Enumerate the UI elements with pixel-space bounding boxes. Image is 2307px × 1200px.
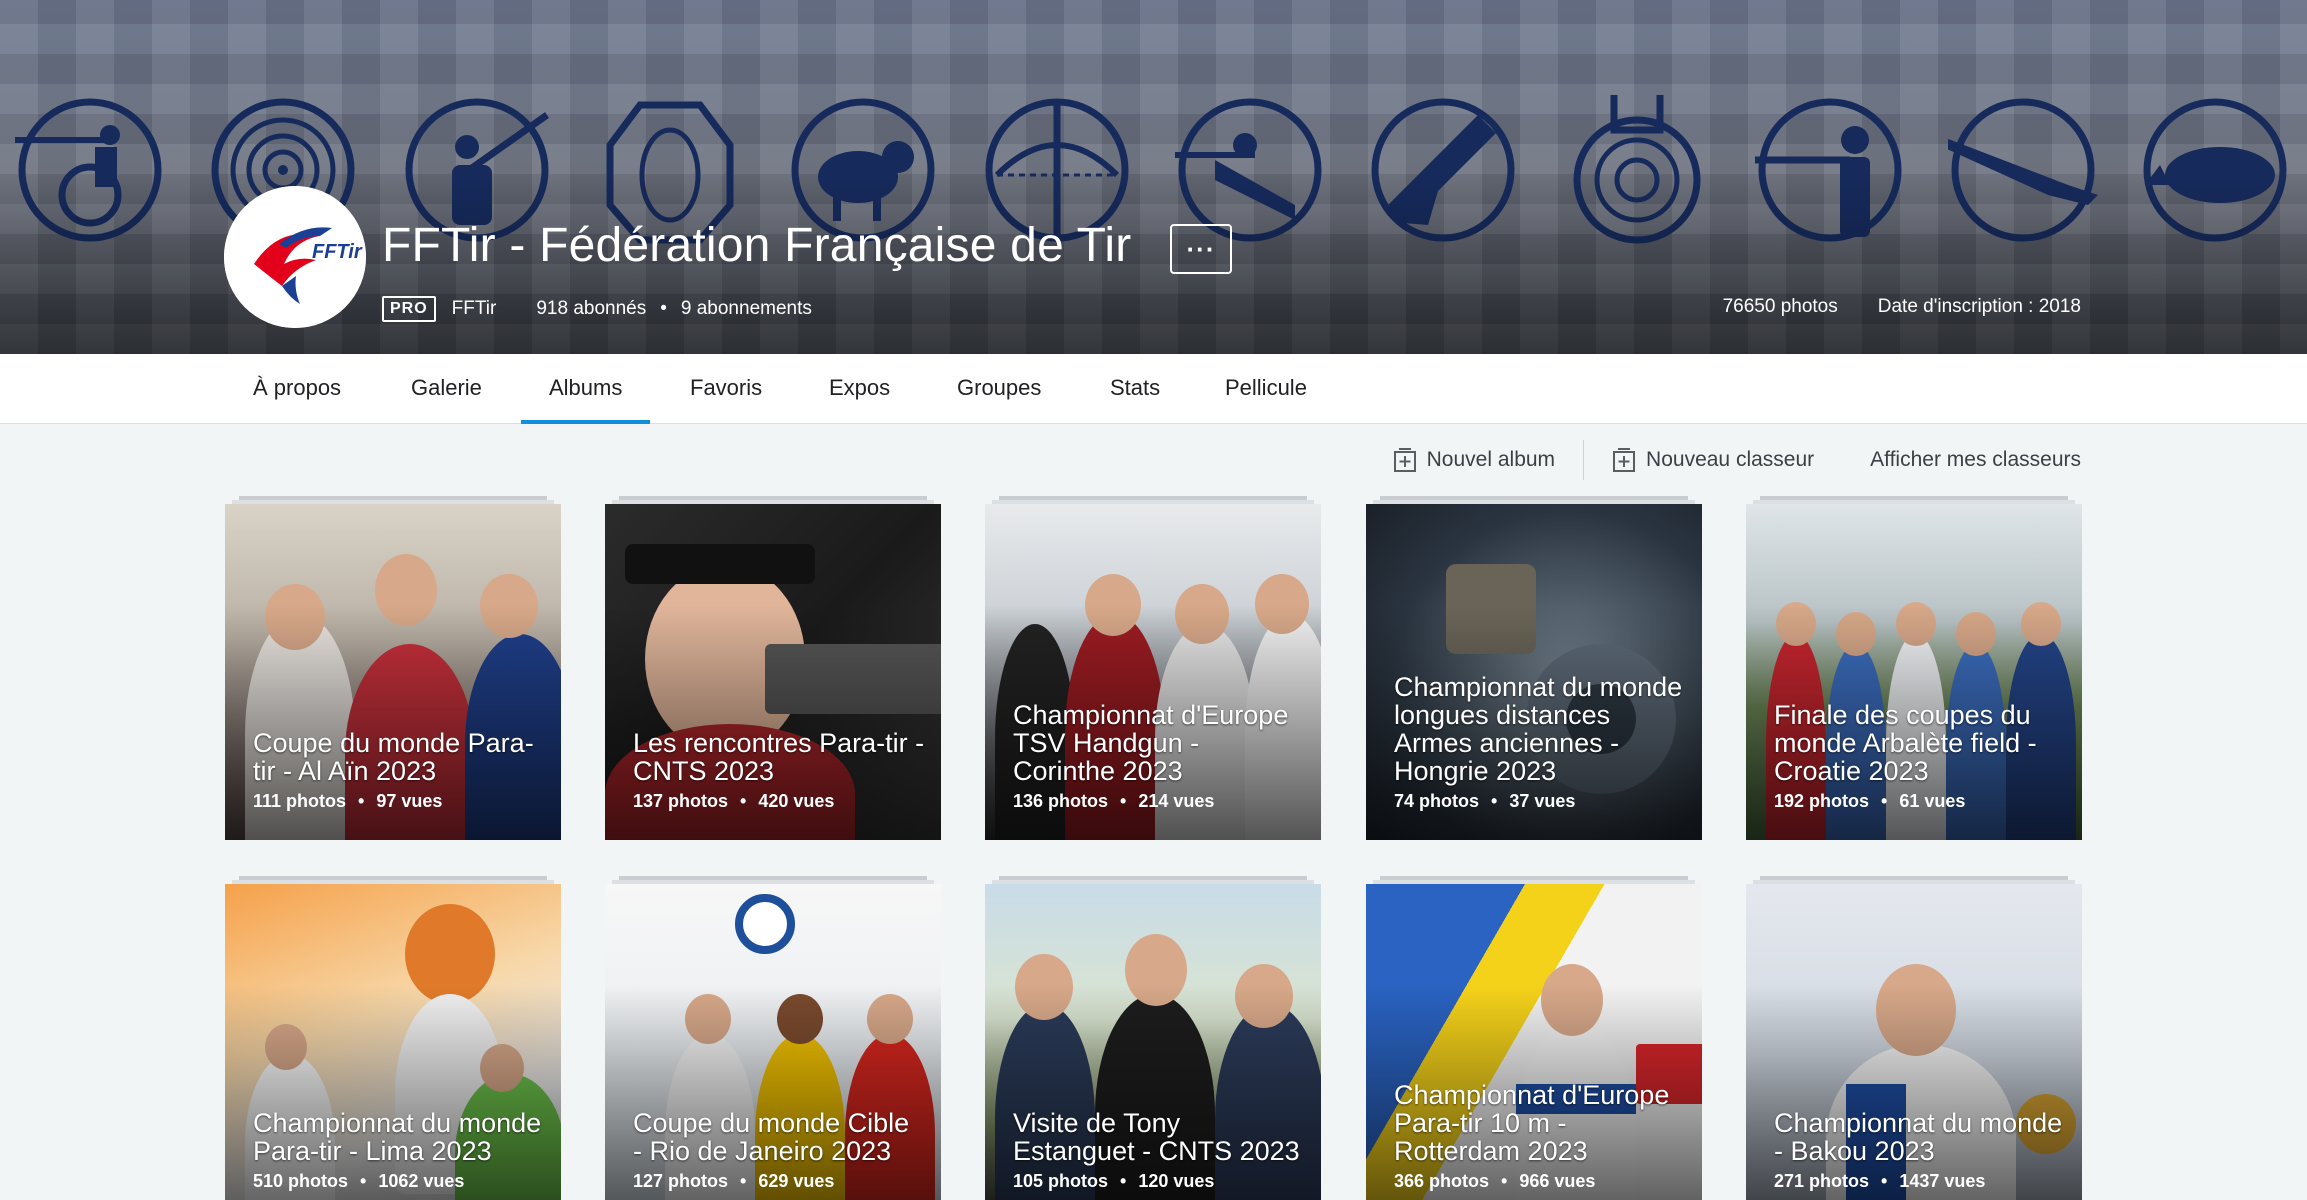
album-card[interactable]: Championnat d'Europe TSV Handgun - Corin… <box>985 496 1321 840</box>
profile-name: FFTir - Fédération Française de Tir <box>382 219 1132 272</box>
album-photo-count: 105 photos <box>1013 1171 1109 1191</box>
actions-divider <box>1583 440 1585 480</box>
new-album-icon <box>1393 448 1416 472</box>
album-stats: 105 photos • 120 vues <box>1013 1171 1305 1192</box>
album-stats: 192 photos • 61 vues <box>1774 791 2066 812</box>
join-date: Date d'inscription : 2018 <box>1877 296 2081 317</box>
profile-stats: 76650 photos Date d'inscription : 2018 <box>1723 296 2081 318</box>
album-photo-count: 136 photos <box>1013 791 1109 811</box>
album-actions: Nouvel album Nouveau classeur Afficher m… <box>1393 440 2081 480</box>
album-card[interactable]: Les rencontres Para-tir - CNTS 2023 137 … <box>605 496 941 840</box>
album-card[interactable]: Championnat du monde longues distances A… <box>1366 496 1702 840</box>
muzzle-loader-icon <box>1938 95 2098 245</box>
album-photo-count: 74 photos <box>1394 791 1480 811</box>
album-stats: 136 photos • 214 vues <box>1013 791 1305 812</box>
album-title: Coupe du monde Para-tir - Al Aïn 2023 <box>253 728 534 786</box>
album-title: Visite de Tony Estanguet - CNTS 2023 <box>1013 1108 1300 1166</box>
new-binder-label: Nouveau classeur <box>1646 448 1815 471</box>
tab-gallery[interactable]: Galerie <box>383 354 510 424</box>
new-album-label: Nouvel album <box>1426 448 1556 471</box>
more-options-button[interactable]: ··· <box>1170 224 1232 274</box>
album-stats: 271 photos • 1437 vues <box>1774 1171 2066 1192</box>
album-view-count: 37 vues <box>1509 791 1576 811</box>
show-binders-link[interactable]: Afficher mes classeurs <box>1870 448 2081 472</box>
tab-groups[interactable]: Groupes <box>929 354 1069 424</box>
album-photo-count: 111 photos <box>253 791 347 811</box>
following-link[interactable]: 9 abonnements <box>681 298 812 320</box>
album-title: Les rencontres Para-tir - CNTS 2023 <box>633 728 925 786</box>
album-stats: 127 photos • 629 vues <box>633 1171 925 1192</box>
profile-tabs: À propos Galerie Albums Favoris Expos Gr… <box>0 354 2307 424</box>
separator: • <box>1881 1171 1888 1191</box>
tab-camera-roll[interactable]: Pellicule <box>1197 354 1335 424</box>
album-card[interactable]: Finale des coupes du monde Arbalète fiel… <box>1746 496 2082 840</box>
svg-text:FFTir: FFTir <box>312 241 363 263</box>
album-view-count: 966 vues <box>1519 1171 1596 1191</box>
album-photo-count: 366 photos <box>1394 1171 1490 1191</box>
boar-target-icon <box>2140 95 2290 245</box>
fftir-logo-icon: FFTir <box>224 186 366 328</box>
new-binder-button[interactable]: Nouveau classeur <box>1612 447 1814 473</box>
album-view-count: 61 vues <box>1899 791 1966 811</box>
tab-stats[interactable]: Stats <box>1082 354 1188 424</box>
album-card[interactable]: Championnat du monde - Bakou 2023 271 ph… <box>1746 876 2082 1200</box>
album-card[interactable]: Visite de Tony Estanguet - CNTS 2023 105… <box>985 876 1321 1200</box>
album-view-count: 629 vues <box>758 1171 835 1191</box>
album-title: Championnat du monde Para-tir - Lima 202… <box>253 1108 542 1166</box>
separator: • <box>358 791 365 811</box>
album-stats: 74 photos • 37 vues <box>1394 791 1686 812</box>
album-photo-count: 271 photos <box>1774 1171 1870 1191</box>
album-title: Championnat d'Europe Para-tir 10 m - Rot… <box>1394 1080 1670 1166</box>
separator: • <box>1881 791 1888 811</box>
separator: • <box>740 1171 747 1191</box>
separator: • <box>1491 791 1498 811</box>
separator: • <box>740 791 747 811</box>
album-title: Championnat du monde longues distances A… <box>1394 672 1683 786</box>
album-view-count: 420 vues <box>758 791 835 811</box>
album-view-count: 1437 vues <box>1899 1171 1986 1191</box>
para-shooting-icon <box>10 95 165 245</box>
tab-favorites[interactable]: Favoris <box>662 354 790 424</box>
album-photo-count: 192 photos <box>1774 791 1870 811</box>
album-card[interactable]: Coupe du monde Para-tir - Al Aïn 2023 11… <box>225 496 561 840</box>
album-title: Finale des coupes du monde Arbalète fiel… <box>1774 700 2037 786</box>
album-view-count: 120 vues <box>1138 1171 1215 1191</box>
prone-rifle-icon <box>1165 95 1325 245</box>
album-stats: 137 photos • 420 vues <box>633 791 925 812</box>
tab-albums[interactable]: Albums <box>521 354 651 424</box>
profile-meta: PRO FFTir 918 abonnés • 9 abonnements <box>382 296 812 322</box>
tab-about[interactable]: À propos <box>225 354 369 424</box>
separator: • <box>1120 791 1127 811</box>
album-photo-count: 510 photos <box>253 1171 349 1191</box>
album-photo-count: 137 photos <box>633 791 729 811</box>
new-album-button[interactable]: Nouvel album <box>1393 447 1555 473</box>
album-view-count: 97 vues <box>376 791 443 811</box>
album-photo-count: 127 photos <box>633 1171 729 1191</box>
pistol-icon <box>1368 95 1518 245</box>
album-stats: 111 photos • 97 vues <box>253 791 545 812</box>
standing-rifle-icon <box>1740 95 1905 245</box>
separator: • <box>1120 1171 1127 1191</box>
album-stats: 366 photos • 966 vues <box>1394 1171 1686 1192</box>
username: FFTir <box>451 298 497 319</box>
album-view-count: 1062 vues <box>378 1171 465 1191</box>
avatar[interactable]: FFTir <box>224 186 366 328</box>
separator: • <box>1501 1171 1508 1191</box>
separator: • <box>360 1171 367 1191</box>
tab-exhibits[interactable]: Expos <box>801 354 918 424</box>
separator: • <box>660 298 667 319</box>
album-card[interactable]: Coupe du monde Cible - Rio de Janeiro 20… <box>605 876 941 1200</box>
album-view-count: 214 vues <box>1138 791 1215 811</box>
new-binder-icon <box>1613 448 1636 472</box>
album-card[interactable]: Championnat du monde Para-tir - Lima 202… <box>225 876 561 1200</box>
album-title: Championnat du monde - Bakou 2023 <box>1774 1108 2063 1166</box>
moving-target-icon <box>1562 86 1712 245</box>
photo-count: 76650 photos <box>1722 296 1838 317</box>
pro-badge: PRO <box>382 296 436 322</box>
album-title: Coupe du monde Cible - Rio de Janeiro 20… <box>633 1108 910 1166</box>
followers-link[interactable]: 918 abonnés <box>536 298 646 320</box>
album-stats: 510 photos • 1062 vues <box>253 1171 545 1192</box>
album-title: Championnat d'Europe TSV Handgun - Corin… <box>1013 700 1289 786</box>
album-card[interactable]: Championnat d'Europe Para-tir 10 m - Rot… <box>1366 876 1702 1200</box>
